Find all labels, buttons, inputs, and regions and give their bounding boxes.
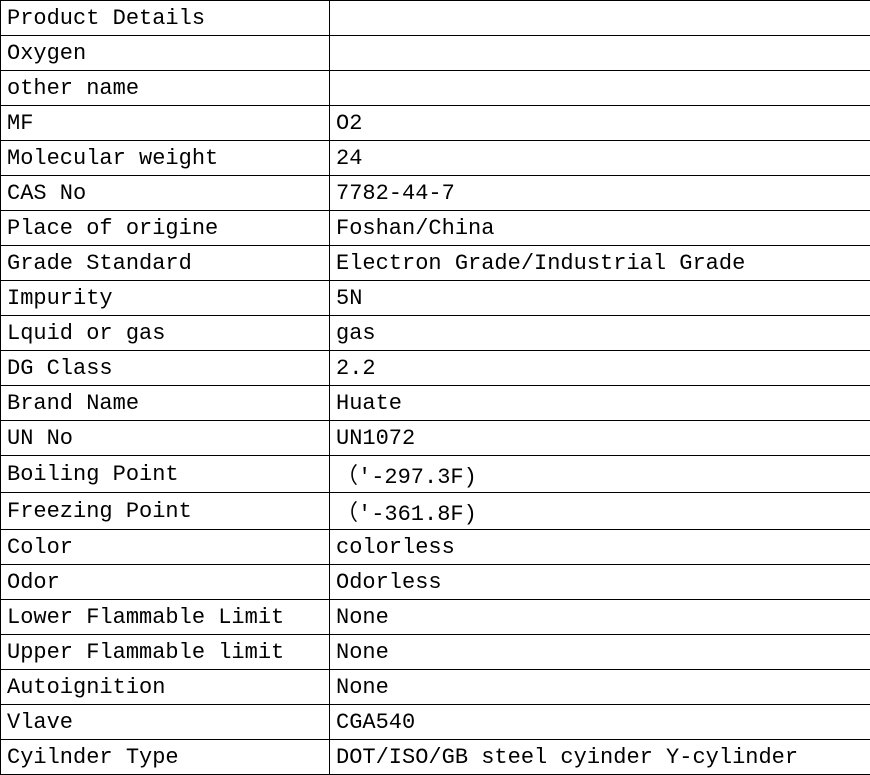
property-label: Autoignition (1, 670, 330, 705)
property-label: other name (1, 71, 330, 106)
table-row: UN No UN1072 (1, 421, 870, 456)
property-label: Brand Name (1, 386, 330, 421)
table-row: Place of origine Foshan/China (1, 211, 870, 246)
table-row: MF O2 (1, 106, 870, 141)
table-row: DG Class 2.2 (1, 351, 870, 386)
property-label: Oxygen (1, 36, 330, 71)
property-label: Grade Standard (1, 246, 330, 281)
property-value (330, 36, 870, 71)
property-value: O2 (330, 106, 870, 141)
property-value: Huate (330, 386, 870, 421)
property-label: Upper Flammable limit (1, 635, 330, 670)
table-row: Lower Flammable Limit None (1, 600, 870, 635)
table-row: Impurity 5N (1, 281, 870, 316)
table-row: Freezing Point （'-361.8F) (1, 493, 870, 530)
property-label: DG Class (1, 351, 330, 386)
table-row: CAS No 7782-44-7 (1, 176, 870, 211)
product-details-table: Product Details Oxygen other name MF O2 … (0, 0, 870, 775)
property-value: Foshan/China (330, 211, 870, 246)
property-value: 7782-44-7 (330, 176, 870, 211)
property-value: （'-361.8F) (330, 493, 870, 530)
table-row: Upper Flammable limit None (1, 635, 870, 670)
table-row: Product Details (1, 1, 870, 36)
table-row: other name (1, 71, 870, 106)
property-label: UN No (1, 421, 330, 456)
property-label: Lquid or gas (1, 316, 330, 351)
property-label: Cyilnder Type (1, 740, 330, 775)
property-label: Molecular weight (1, 141, 330, 176)
property-label: Color (1, 530, 330, 565)
property-label: Product Details (1, 1, 330, 36)
property-value: colorless (330, 530, 870, 565)
property-label: Freezing Point (1, 493, 330, 530)
table-row: Brand Name Huate (1, 386, 870, 421)
table-row: Vlave CGA540 (1, 705, 870, 740)
table-row: Oxygen (1, 36, 870, 71)
table-row: Grade Standard Electron Grade/Industrial… (1, 246, 870, 281)
property-value: CGA540 (330, 705, 870, 740)
property-label: Odor (1, 565, 330, 600)
property-value: UN1072 (330, 421, 870, 456)
property-label: Boiling Point (1, 456, 330, 493)
property-value (330, 71, 870, 106)
table-row: Odor Odorless (1, 565, 870, 600)
table-row: Color colorless (1, 530, 870, 565)
table-row: Molecular weight 24 (1, 141, 870, 176)
property-value: None (330, 600, 870, 635)
table-row: Lquid or gas gas (1, 316, 870, 351)
property-label: Vlave (1, 705, 330, 740)
property-value: Odorless (330, 565, 870, 600)
property-value: 2.2 (330, 351, 870, 386)
table-row: Boiling Point （'-297.3F) (1, 456, 870, 493)
property-value: DOT/ISO/GB steel cyinder Y-cylinder (330, 740, 870, 775)
table-row: Autoignition None (1, 670, 870, 705)
property-value: None (330, 670, 870, 705)
property-value: Electron Grade/Industrial Grade (330, 246, 870, 281)
property-value (330, 1, 870, 36)
property-label: Lower Flammable Limit (1, 600, 330, 635)
property-value: None (330, 635, 870, 670)
property-value: gas (330, 316, 870, 351)
property-label: Impurity (1, 281, 330, 316)
property-value: 24 (330, 141, 870, 176)
property-value: （'-297.3F) (330, 456, 870, 493)
table-row: Cyilnder Type DOT/ISO/GB steel cyinder Y… (1, 740, 870, 775)
property-value: 5N (330, 281, 870, 316)
property-label: Place of origine (1, 211, 330, 246)
property-label: MF (1, 106, 330, 141)
property-label: CAS No (1, 176, 330, 211)
